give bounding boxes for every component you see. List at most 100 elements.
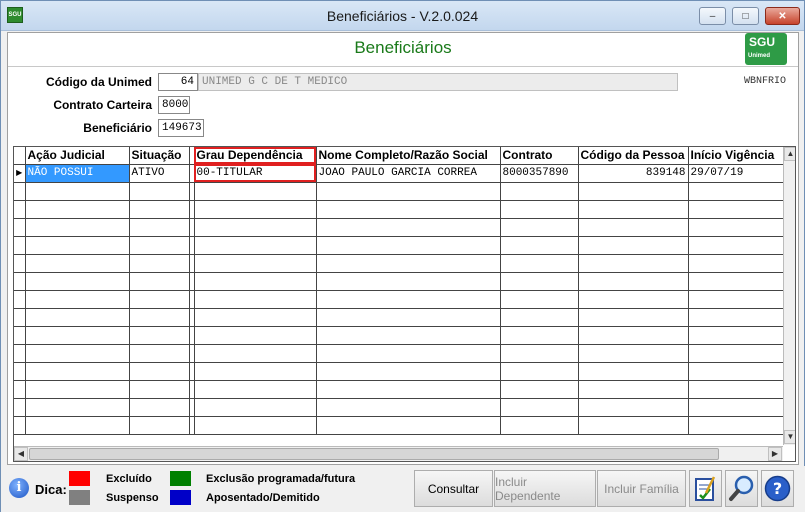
grid-cell[interactable] <box>129 182 190 201</box>
grid-cell[interactable] <box>25 398 130 417</box>
grid-cell[interactable] <box>25 272 130 291</box>
vertical-scrollbar[interactable]: ▲ ▼ <box>783 147 795 445</box>
scroll-left-arrow[interactable]: ◀ <box>14 447 28 461</box>
row-indicator[interactable] <box>14 218 26 237</box>
grid-cell[interactable] <box>500 308 579 327</box>
beneficiario-field[interactable]: 149673 <box>158 119 204 137</box>
grid-cell[interactable] <box>578 416 689 435</box>
row-indicator[interactable] <box>14 308 26 327</box>
grid-cell[interactable] <box>316 326 501 345</box>
scroll-down-arrow[interactable]: ▼ <box>784 430 795 444</box>
row-indicator[interactable] <box>14 362 26 381</box>
table-row[interactable] <box>14 200 785 219</box>
grid-cell[interactable] <box>194 236 317 255</box>
grid-cell[interactable] <box>129 416 190 435</box>
grid-cell[interactable] <box>316 200 501 219</box>
grid-cell[interactable] <box>688 308 785 327</box>
grid-cell[interactable] <box>129 290 190 309</box>
minimize-button[interactable]: – <box>699 7 726 25</box>
grid-cell[interactable] <box>500 236 579 255</box>
row-indicator[interactable] <box>14 416 26 435</box>
grid-cell[interactable] <box>129 218 190 237</box>
row-indicator[interactable] <box>14 254 26 273</box>
grid-cell[interactable]: JOAO PAULO GARCIA CORREA <box>316 164 501 183</box>
grid-cell[interactable] <box>194 326 317 345</box>
table-row[interactable] <box>14 380 785 399</box>
grid-cell[interactable] <box>316 254 501 273</box>
grid-cell[interactable] <box>578 272 689 291</box>
table-row[interactable]: ▶ NÃO POSSUI ATIVO 00-TITULAR JOAO PAULO GAR… <box>14 164 785 183</box>
horizontal-scroll-thumb[interactable] <box>29 448 719 460</box>
table-row[interactable] <box>14 416 785 435</box>
grid-cell[interactable] <box>129 254 190 273</box>
grid-cell[interactable] <box>316 416 501 435</box>
grid-cell[interactable] <box>688 218 785 237</box>
grid-cell[interactable] <box>129 398 190 417</box>
grid-cell[interactable]: 8000357890 <box>500 164 579 183</box>
column-header[interactable]: Nome Completo/Razão Social <box>316 147 501 165</box>
grid-cell[interactable] <box>688 416 785 435</box>
table-row[interactable] <box>14 398 785 417</box>
table-row[interactable] <box>14 254 785 273</box>
table-row[interactable] <box>14 326 785 345</box>
close-button[interactable]: ✕ <box>765 7 800 25</box>
table-row[interactable] <box>14 362 785 381</box>
grid-cell[interactable]: NÃO POSSUI <box>25 164 130 183</box>
grid-cell[interactable]: 29/07/19 <box>688 164 785 183</box>
grid-cell[interactable] <box>688 254 785 273</box>
grid-cell[interactable] <box>194 290 317 309</box>
grid-cell[interactable] <box>25 236 130 255</box>
row-indicator[interactable] <box>14 236 26 255</box>
grid-cell[interactable] <box>316 272 501 291</box>
grid-cell[interactable] <box>194 344 317 363</box>
grid-cell[interactable]: ATIVO <box>129 164 190 183</box>
consultar-button[interactable]: Consultar <box>414 470 493 507</box>
unimed-code-field[interactable]: 64 <box>158 73 198 91</box>
grid-cell[interactable] <box>500 182 579 201</box>
column-header[interactable]: Grau Dependência <box>194 147 317 165</box>
column-header[interactable]: Código da Pessoa <box>578 147 689 165</box>
table-row[interactable] <box>14 290 785 309</box>
grid-cell[interactable] <box>578 398 689 417</box>
grid-cell[interactable] <box>129 344 190 363</box>
grid-cell[interactable] <box>194 272 317 291</box>
grid-cell[interactable] <box>194 254 317 273</box>
row-indicator[interactable] <box>14 380 26 399</box>
grid-cell[interactable] <box>316 344 501 363</box>
grid-cell[interactable] <box>500 380 579 399</box>
grid-cell[interactable] <box>578 380 689 399</box>
row-indicator[interactable] <box>14 200 26 219</box>
grid-cell[interactable] <box>194 182 317 201</box>
grid-cell[interactable] <box>316 398 501 417</box>
grid-cell[interactable] <box>578 236 689 255</box>
table-row[interactable] <box>14 272 785 291</box>
grid-cell[interactable] <box>25 344 130 363</box>
grid-cell[interactable] <box>500 272 579 291</box>
horizontal-scrollbar[interactable]: ◀ ▶ <box>14 446 783 461</box>
grid-cell[interactable] <box>194 380 317 399</box>
grid-cell[interactable] <box>688 326 785 345</box>
maximize-button[interactable]: □ <box>732 7 759 25</box>
grid-cell[interactable] <box>316 182 501 201</box>
row-indicator[interactable] <box>14 344 26 363</box>
row-indicator[interactable]: ▶ <box>14 164 26 183</box>
grid-cell[interactable] <box>688 344 785 363</box>
grid-cell[interactable] <box>194 200 317 219</box>
grid-cell[interactable] <box>316 218 501 237</box>
grid-cell[interactable] <box>688 398 785 417</box>
search-button[interactable] <box>725 470 758 507</box>
grid-cell[interactable] <box>25 290 130 309</box>
grid-cell[interactable] <box>25 200 130 219</box>
table-row[interactable] <box>14 344 785 363</box>
grid-cell[interactable] <box>578 200 689 219</box>
grid-cell[interactable] <box>194 362 317 381</box>
scroll-up-arrow[interactable]: ▲ <box>784 147 795 161</box>
column-header[interactable]: Ação Judicial <box>25 147 130 165</box>
grid-cell[interactable] <box>578 254 689 273</box>
grid-cell[interactable] <box>578 182 689 201</box>
grid-cell[interactable] <box>578 344 689 363</box>
grid-cell[interactable] <box>688 200 785 219</box>
grid-cell[interactable] <box>25 182 130 201</box>
grid-cell[interactable] <box>129 362 190 381</box>
grid-cell[interactable] <box>688 362 785 381</box>
